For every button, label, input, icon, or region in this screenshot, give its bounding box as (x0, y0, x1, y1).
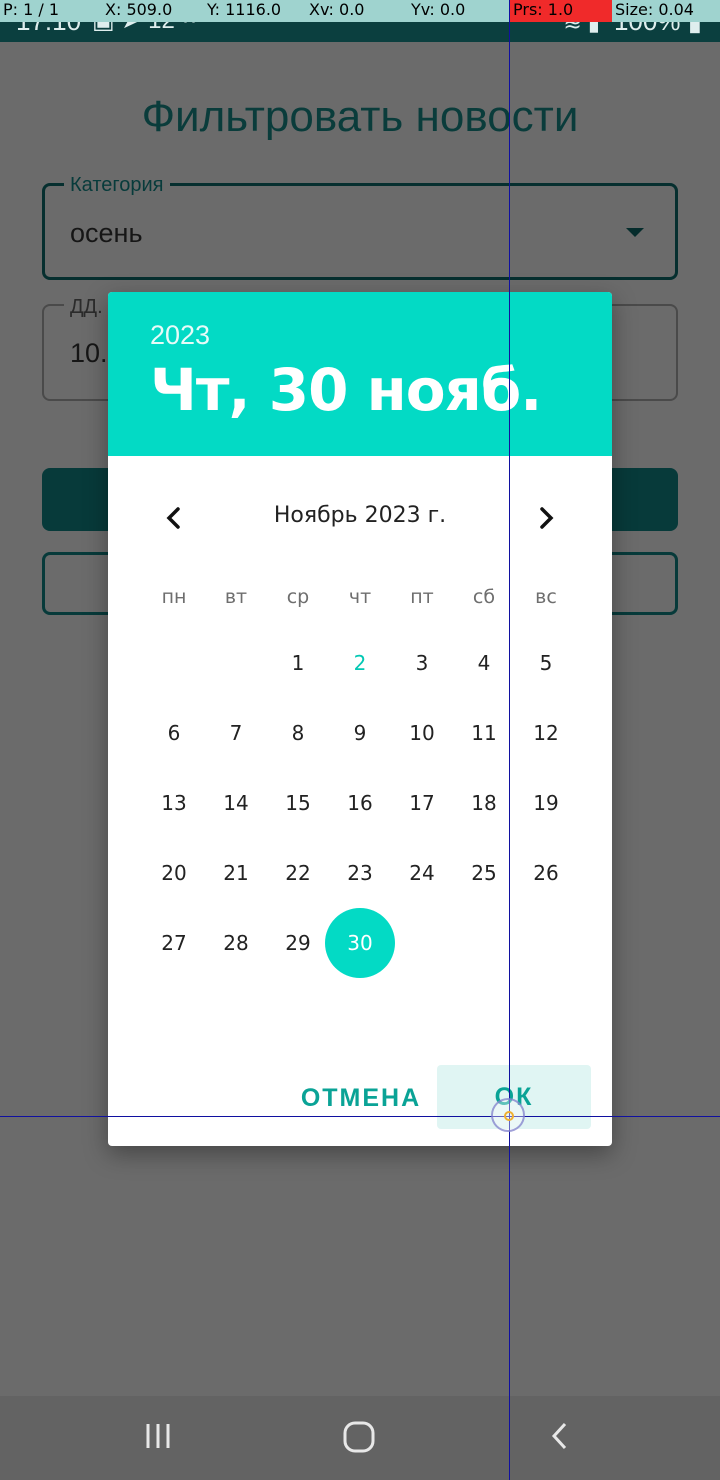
pointer-debug-overlay: P: 1 / 1 X: 509.0 Y: 1116.0 Xv: 0.0 Yv: … (0, 0, 720, 22)
cancel-button[interactable]: ОТМЕНА (296, 1066, 426, 1130)
calendar-day[interactable]: 17 (391, 772, 453, 834)
debug-pointer: P: 1 / 1 (3, 0, 60, 19)
weekday-label: чт (348, 586, 372, 608)
calendar-day[interactable]: 26 (515, 842, 577, 904)
pointer-crosshair-vertical (509, 0, 510, 1480)
dropdown-arrow-icon[interactable] (626, 228, 644, 237)
calendar-day[interactable]: 15 (267, 772, 329, 834)
debug-size: Size: 0.04 (615, 0, 694, 19)
calendar-day[interactable]: 2 (329, 632, 391, 694)
date-picker-dialog: 2023 Чт, 30 нояб. Ноябрь 2023 г. пн вт ср ч… (108, 292, 612, 1146)
calendar-day[interactable]: 12 (515, 702, 577, 764)
calendar-day[interactable]: 6 (143, 702, 205, 764)
calendar-day[interactable]: 13 (143, 772, 205, 834)
system-nav-bar (0, 1396, 720, 1480)
calendar-day[interactable]: 20 (143, 842, 205, 904)
calendar-day[interactable]: 9 (329, 702, 391, 764)
recents-icon[interactable] (140, 1418, 176, 1454)
chevron-right-icon (540, 507, 554, 529)
calendar-day[interactable]: 5 (515, 632, 577, 694)
calendar-day[interactable]: 22 (267, 842, 329, 904)
calendar-day[interactable]: 23 (329, 842, 391, 904)
header-year[interactable]: 2023 (150, 320, 210, 351)
debug-x: X: 509.0 (105, 0, 173, 19)
header-selected-date[interactable]: Чт, 30 нояб. (150, 356, 542, 424)
weekday-label: сб (472, 586, 496, 608)
calendar-day[interactable]: 8 (267, 702, 329, 764)
calendar-day[interactable]: 29 (267, 912, 329, 974)
calendar-day[interactable]: 11 (453, 702, 515, 764)
calendar-day[interactable]: 24 (391, 842, 453, 904)
weekday-label: ср (286, 586, 310, 608)
calendar-day[interactable]: 10 (391, 702, 453, 764)
calendar-day[interactable]: 27 (143, 912, 205, 974)
calendar-day[interactable]: 1 (267, 632, 329, 694)
page-title: Фильтровать новости (141, 92, 579, 141)
next-month-button[interactable] (526, 498, 566, 538)
weekday-label: вт (224, 586, 248, 608)
calendar-day[interactable]: 19 (515, 772, 577, 834)
debug-y: Y: 1116.0 (207, 0, 282, 19)
debug-xv: Xv: 0.0 (309, 0, 365, 19)
debug-pressure: Prs: 1.0 (510, 0, 612, 22)
weekday-label: пн (161, 586, 187, 608)
calendar-day[interactable]: 30 (329, 912, 391, 974)
date-label: ДД. (64, 296, 109, 319)
debug-yv: Yv: 0.0 (411, 0, 466, 19)
category-label: Категория (64, 174, 170, 197)
calendar-day[interactable]: 14 (205, 772, 267, 834)
calendar-day[interactable]: 7 (205, 702, 267, 764)
date-picker-header: 2023 Чт, 30 нояб. (108, 292, 612, 456)
pointer-crosshair-horizontal (0, 1116, 720, 1117)
category-value: осень (70, 218, 143, 248)
weekday-label: вс (535, 586, 557, 608)
calendar-day[interactable]: 18 (453, 772, 515, 834)
date-value: 10. (70, 338, 108, 368)
back-icon[interactable] (542, 1418, 578, 1454)
home-icon[interactable] (340, 1418, 378, 1456)
calendar-day[interactable]: 21 (205, 842, 267, 904)
weekday-label: пт (410, 586, 434, 608)
calendar-day[interactable]: 4 (453, 632, 515, 694)
calendar-day[interactable]: 16 (329, 772, 391, 834)
calendar-day[interactable]: 28 (205, 912, 267, 974)
calendar-day[interactable]: 3 (391, 632, 453, 694)
calendar-day[interactable]: 25 (453, 842, 515, 904)
touch-point-core (504, 1111, 514, 1121)
